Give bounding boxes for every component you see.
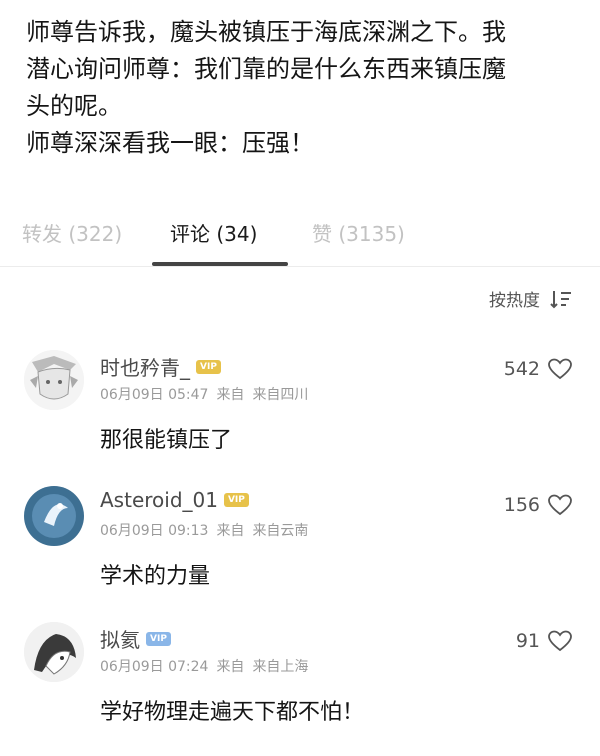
comment-meta: 06月09日 05:47 来自 来自四川	[100, 384, 308, 404]
sketch-avatar-icon	[24, 622, 84, 682]
comment-meta: 06月09日 07:24 来自 来自上海	[100, 656, 308, 676]
comment-location: 来自四川	[252, 387, 309, 403]
sort-label: 按热度	[489, 291, 540, 311]
avatar[interactable]	[24, 622, 84, 682]
username-row[interactable]: Asteroid_01 VIP	[100, 488, 249, 512]
like-button[interactable]: 91	[516, 630, 572, 652]
sort-icon	[550, 290, 571, 308]
heart-icon	[548, 630, 572, 652]
comment-time: 06月09日 05:47	[100, 387, 209, 403]
like-button[interactable]: 156	[504, 494, 572, 516]
comment-location: 来自上海	[252, 659, 309, 675]
post-line: 师尊深深看我一眼：压强！	[26, 129, 314, 157]
sort-button[interactable]: 按热度	[489, 286, 572, 311]
comment-item: 拟氦 VIP 06月09日 07:24 来自 来自上海 91 学好物理走遍天下都不怕…	[0, 622, 600, 752]
post-line: 头的呢。	[26, 92, 122, 120]
like-count: 156	[503, 494, 540, 516]
post-line: 师尊告诉我，魔头被镇压于海底深渊之下。我	[26, 18, 506, 46]
like-count: 542	[503, 358, 540, 380]
comment-source: 来自	[216, 659, 245, 675]
post-line: 潜心询问师尊：我们靠的是什么东西来镇压魔	[26, 55, 506, 83]
like-button[interactable]: 542	[504, 358, 572, 380]
avatar[interactable]	[24, 486, 84, 546]
heart-icon	[548, 494, 572, 516]
post-body: 师尊告诉我，魔头被镇压于海底深渊之下。我 潜心询问师尊：我们靠的是什么东西来镇压…	[26, 14, 578, 162]
vip-badge: VIP	[146, 631, 171, 646]
tab-comments[interactable]: 评论 (34)	[170, 218, 257, 247]
tab-bar: 转发 (322) 评论 (34) 赞 (3135)	[0, 206, 600, 267]
vip-badge: VIP	[196, 359, 221, 374]
comment-text: 学术的力量	[100, 564, 211, 589]
active-tab-indicator	[152, 262, 288, 266]
comment-source: 来自	[216, 523, 245, 539]
username-row[interactable]: 时也矜青_ VIP	[100, 352, 221, 381]
comment-text: 那很能镇压了	[100, 428, 233, 453]
comment-item: 时也矜青_ VIP 06月09日 05:47 来自 来自四川 542 那很能镇压了	[0, 350, 600, 480]
tab-reposts[interactable]: 转发 (322)	[22, 218, 122, 247]
comment-meta: 06月09日 09:13 来自 来自云南	[100, 520, 308, 540]
heart-icon	[548, 358, 572, 380]
avatar[interactable]	[24, 350, 84, 410]
tab-likes[interactable]: 赞 (3135)	[312, 218, 405, 247]
username[interactable]: Asteroid_01	[100, 488, 218, 512]
vip-badge: VIP	[223, 493, 249, 507]
username[interactable]: 时也矜青_	[100, 352, 190, 381]
username-row[interactable]: 拟氦 VIP	[100, 624, 171, 653]
blue-avatar-icon	[24, 486, 84, 546]
comment-item: Asteroid_01 VIP 06月09日 09:13 来自 来自云南 156 学…	[0, 486, 600, 616]
like-count: 91	[515, 630, 540, 652]
comment-location: 来自云南	[252, 523, 309, 539]
comment-time: 06月09日 09:13	[100, 523, 209, 539]
comment-source: 来自	[216, 387, 245, 403]
anime-avatar-icon	[24, 350, 84, 410]
username[interactable]: 拟氦	[100, 624, 140, 653]
comment-time: 06月09日 07:24	[100, 659, 209, 675]
comment-text: 学好物理走遍天下都不怕！	[100, 700, 365, 725]
